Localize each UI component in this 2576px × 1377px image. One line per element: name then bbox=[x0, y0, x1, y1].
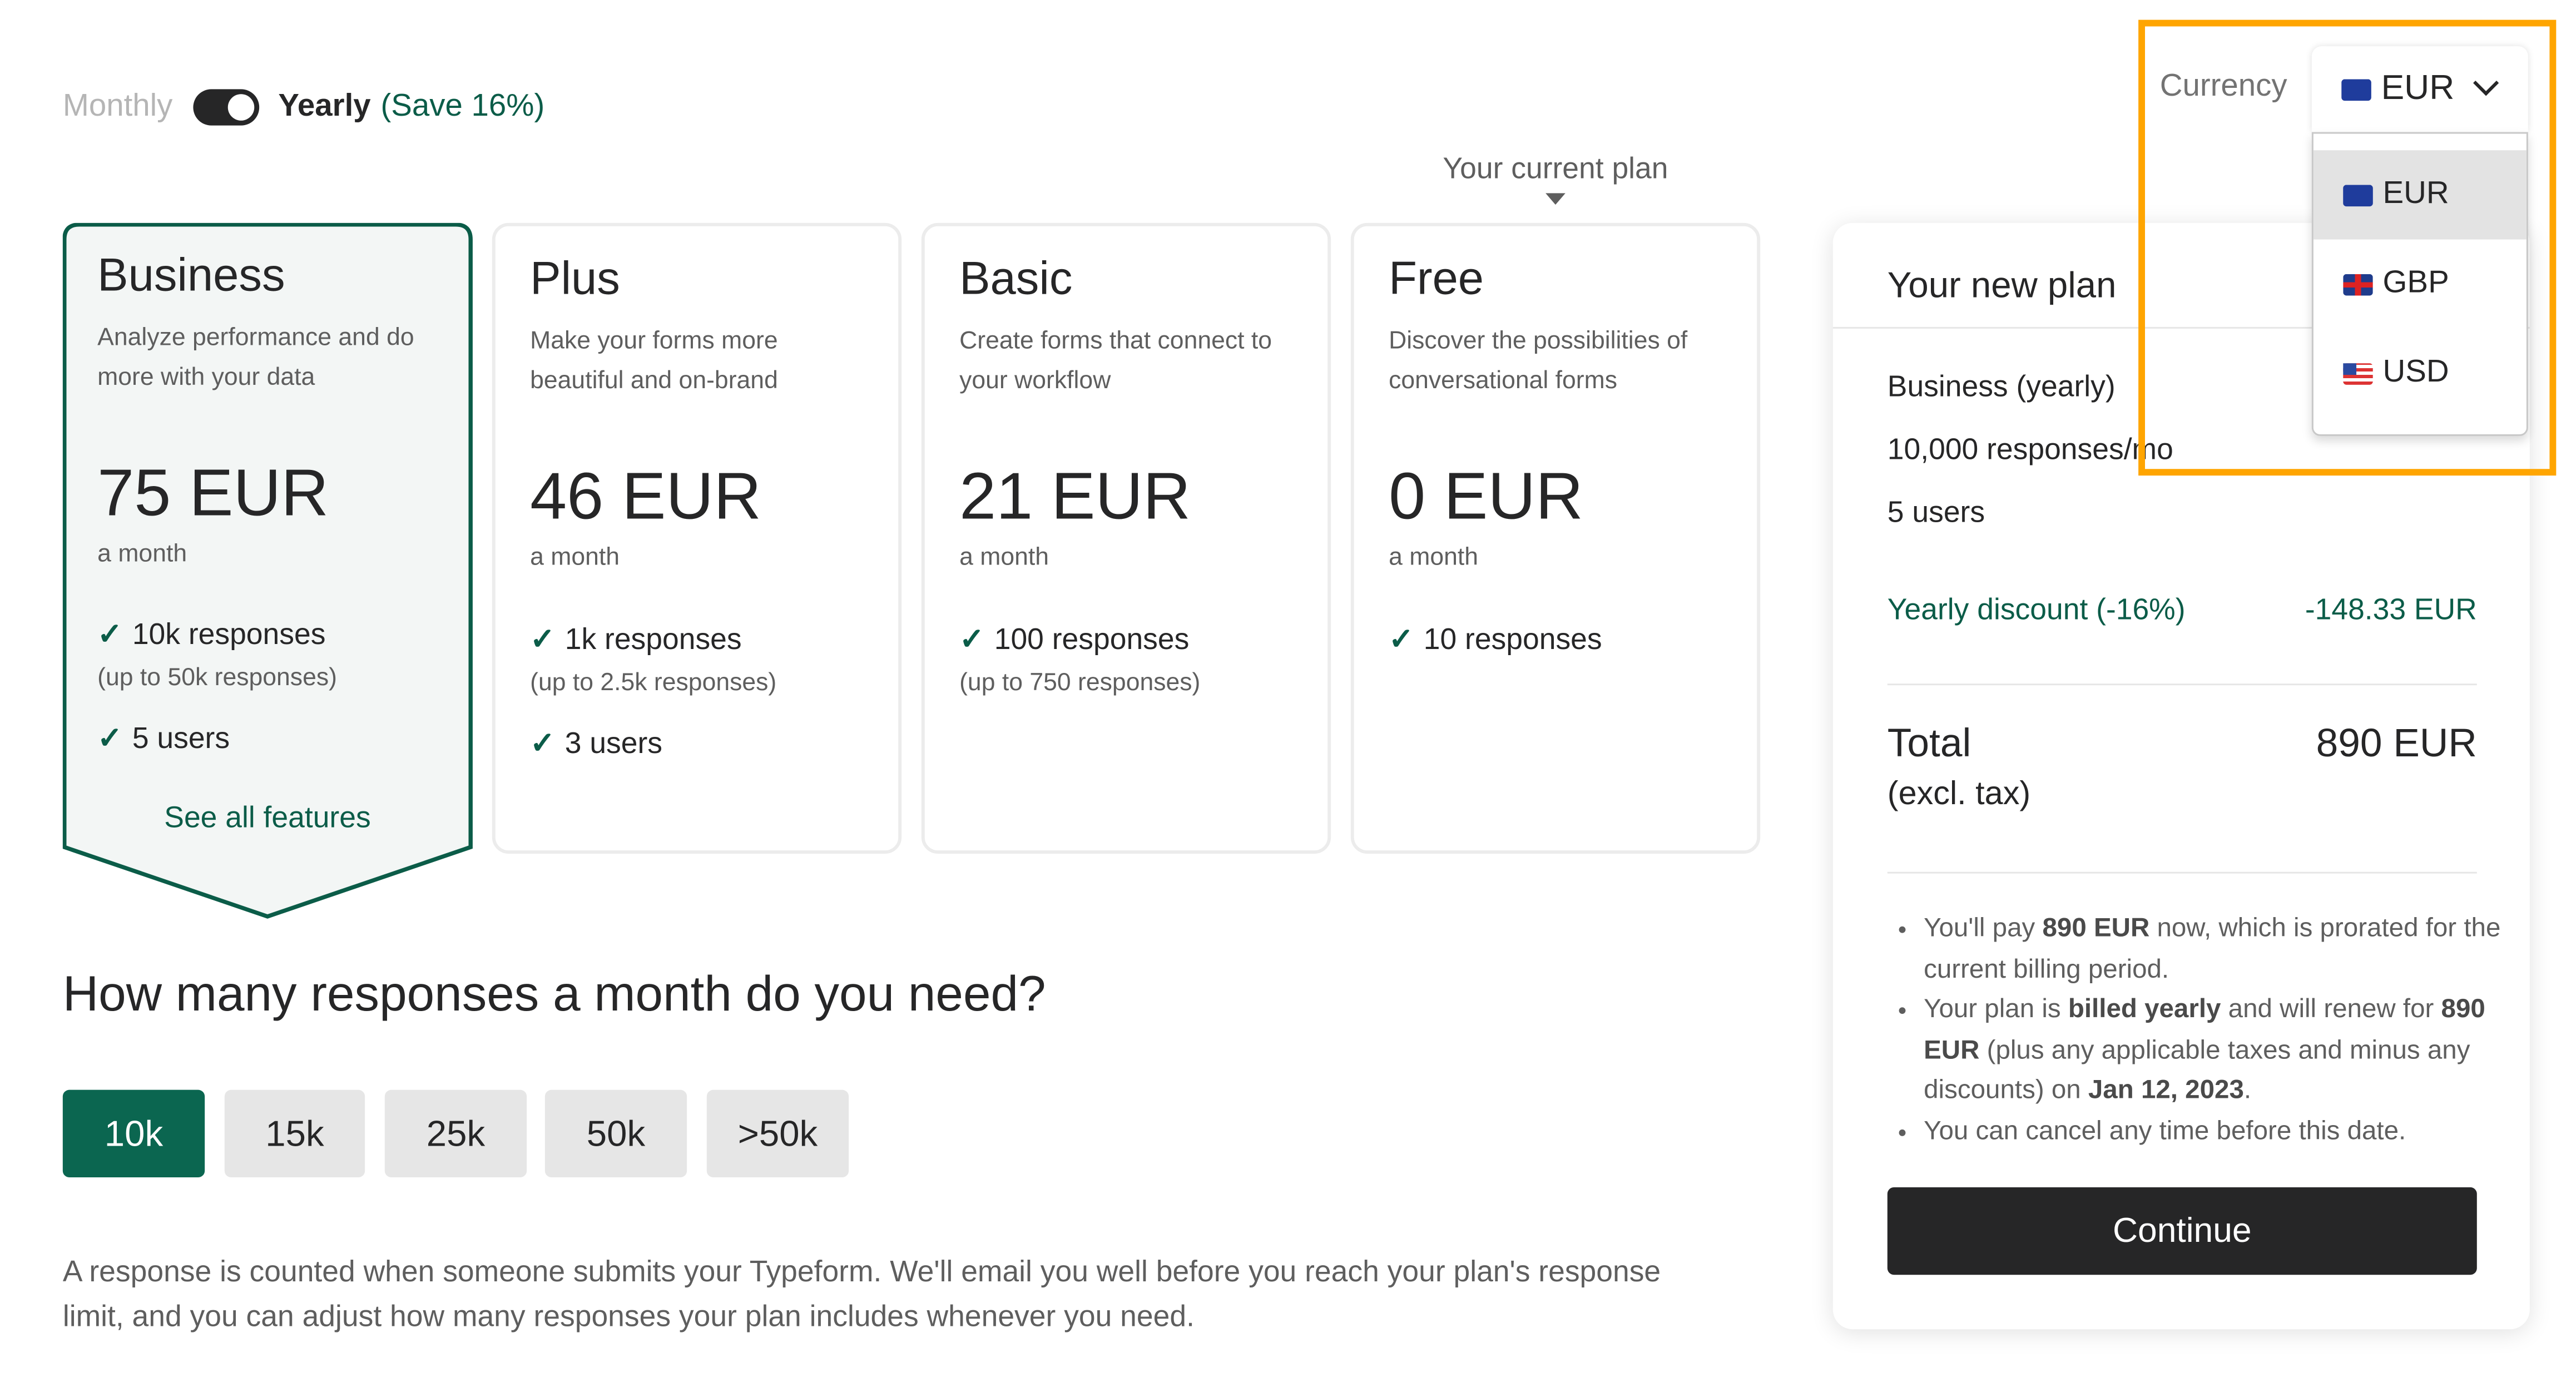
plan-price: 46 EUR bbox=[530, 460, 761, 534]
total-value: 890 EUR bbox=[2316, 721, 2477, 766]
responses-option-10k[interactable]: 10k bbox=[62, 1089, 205, 1178]
feature-text: 3 users bbox=[564, 726, 663, 760]
response-footnote: A response is counted when someone submi… bbox=[62, 1255, 1661, 1333]
divider bbox=[1887, 871, 2477, 874]
billing-switch[interactable] bbox=[192, 89, 259, 126]
caret-down-icon bbox=[1545, 193, 1566, 205]
feature-text: 5 users bbox=[132, 721, 230, 755]
responses-question: How many responses a month do you need? bbox=[62, 967, 1046, 1022]
plan-price: 0 EUR bbox=[1389, 460, 1583, 534]
feature-text: 100 responses bbox=[994, 622, 1190, 656]
check-icon: ✓ bbox=[97, 617, 122, 651]
responses-option-25k[interactable]: 25k bbox=[384, 1089, 527, 1178]
plan-description: Make your forms more beautiful and on-br… bbox=[530, 326, 778, 395]
discount-value: -148.33 EUR bbox=[2305, 592, 2477, 626]
feature-sub: (up to 750 responses) bbox=[959, 668, 1201, 697]
see-all-features-link[interactable]: See all features bbox=[63, 801, 472, 835]
plan-card-basic[interactable]: Basic Create forms that connect to your … bbox=[921, 222, 1331, 854]
check-icon: ✓ bbox=[530, 622, 555, 656]
feature-users: ✓ 3 users bbox=[530, 726, 662, 761]
feature-responses: ✓ 10 responses bbox=[1389, 622, 1602, 657]
highlight-box bbox=[2138, 19, 2557, 476]
responses-option-50k[interactable]: 50k bbox=[544, 1089, 687, 1178]
plan-period: a month bbox=[1389, 543, 1479, 572]
yearly-label[interactable]: Yearly bbox=[278, 89, 370, 125]
plan-description: Create forms that connect to your workfl… bbox=[959, 326, 1272, 395]
total-sub: (excl. tax) bbox=[1887, 776, 2031, 813]
plan-card-plus[interactable]: Plus Make your forms more beautiful and … bbox=[492, 222, 902, 854]
feature-text: 10k responses bbox=[132, 617, 326, 651]
note-item: You'll pay 890 EUR now, which is prorate… bbox=[1924, 910, 2518, 990]
feature-sub: (up to 2.5k responses) bbox=[530, 668, 777, 697]
note-item: Your plan is billed yearly and will rene… bbox=[1924, 991, 2518, 1112]
plan-card-business[interactable]: Business Analyze performance and do more… bbox=[62, 222, 473, 919]
switch-knob bbox=[227, 94, 254, 121]
plan-card-free[interactable]: Free Discover the possibilities of conve… bbox=[1350, 222, 1761, 854]
divider bbox=[1887, 683, 2477, 686]
check-icon: ✓ bbox=[1389, 622, 1414, 656]
feature-responses: ✓ 100 responses bbox=[959, 622, 1189, 657]
plan-period: a month bbox=[530, 543, 620, 572]
plan-name: Business bbox=[97, 249, 285, 301]
save-label: (Save 16%) bbox=[380, 89, 545, 124]
responses-option-more[interactable]: >50k bbox=[706, 1089, 849, 1178]
summary-responses: 10,000 responses/mo bbox=[1887, 432, 2173, 466]
plan-name: Basic bbox=[959, 252, 1073, 304]
summary-plan: Business (yearly) bbox=[1887, 370, 2116, 403]
continue-button[interactable]: Continue bbox=[1887, 1187, 2477, 1275]
monthly-label[interactable]: Monthly bbox=[63, 89, 173, 125]
plan-name: Plus bbox=[530, 252, 620, 304]
feature-users: ✓ 5 users bbox=[97, 722, 230, 756]
feature-text: 10 responses bbox=[1423, 622, 1602, 656]
total-label: Total bbox=[1887, 721, 1971, 766]
plan-price: 21 EUR bbox=[959, 460, 1191, 534]
feature-responses: ✓ 1k responses bbox=[530, 622, 742, 657]
billing-toggle: Monthly Yearly (Save 16%) bbox=[63, 89, 545, 126]
summary-users: 5 users bbox=[1887, 495, 1985, 529]
plan-period: a month bbox=[97, 539, 187, 568]
summary-notes: You'll pay 890 EUR now, which is prorate… bbox=[1888, 910, 2518, 1152]
plan-description: Discover the possibilities of conversati… bbox=[1389, 326, 1688, 395]
plan-period: a month bbox=[959, 543, 1049, 572]
plan-price: 75 EUR bbox=[97, 457, 329, 531]
check-icon: ✓ bbox=[530, 726, 555, 760]
check-icon: ✓ bbox=[97, 721, 122, 755]
plan-description: Analyze performance and do more with you… bbox=[97, 323, 414, 392]
responses-option-15k[interactable]: 15k bbox=[224, 1089, 365, 1178]
discount-label: Yearly discount (-16%) bbox=[1887, 592, 2186, 626]
feature-sub: (up to 50k responses) bbox=[97, 663, 337, 692]
feature-responses: ✓ 10k responses bbox=[97, 617, 325, 652]
summary-title: Your new plan bbox=[1887, 264, 2117, 306]
current-plan-label: Your current plan bbox=[1443, 152, 1668, 185]
feature-text: 1k responses bbox=[564, 622, 742, 656]
check-icon: ✓ bbox=[959, 622, 984, 656]
note-item: You can cancel any time before this date… bbox=[1924, 1112, 2518, 1153]
plan-name: Free bbox=[1389, 252, 1484, 304]
